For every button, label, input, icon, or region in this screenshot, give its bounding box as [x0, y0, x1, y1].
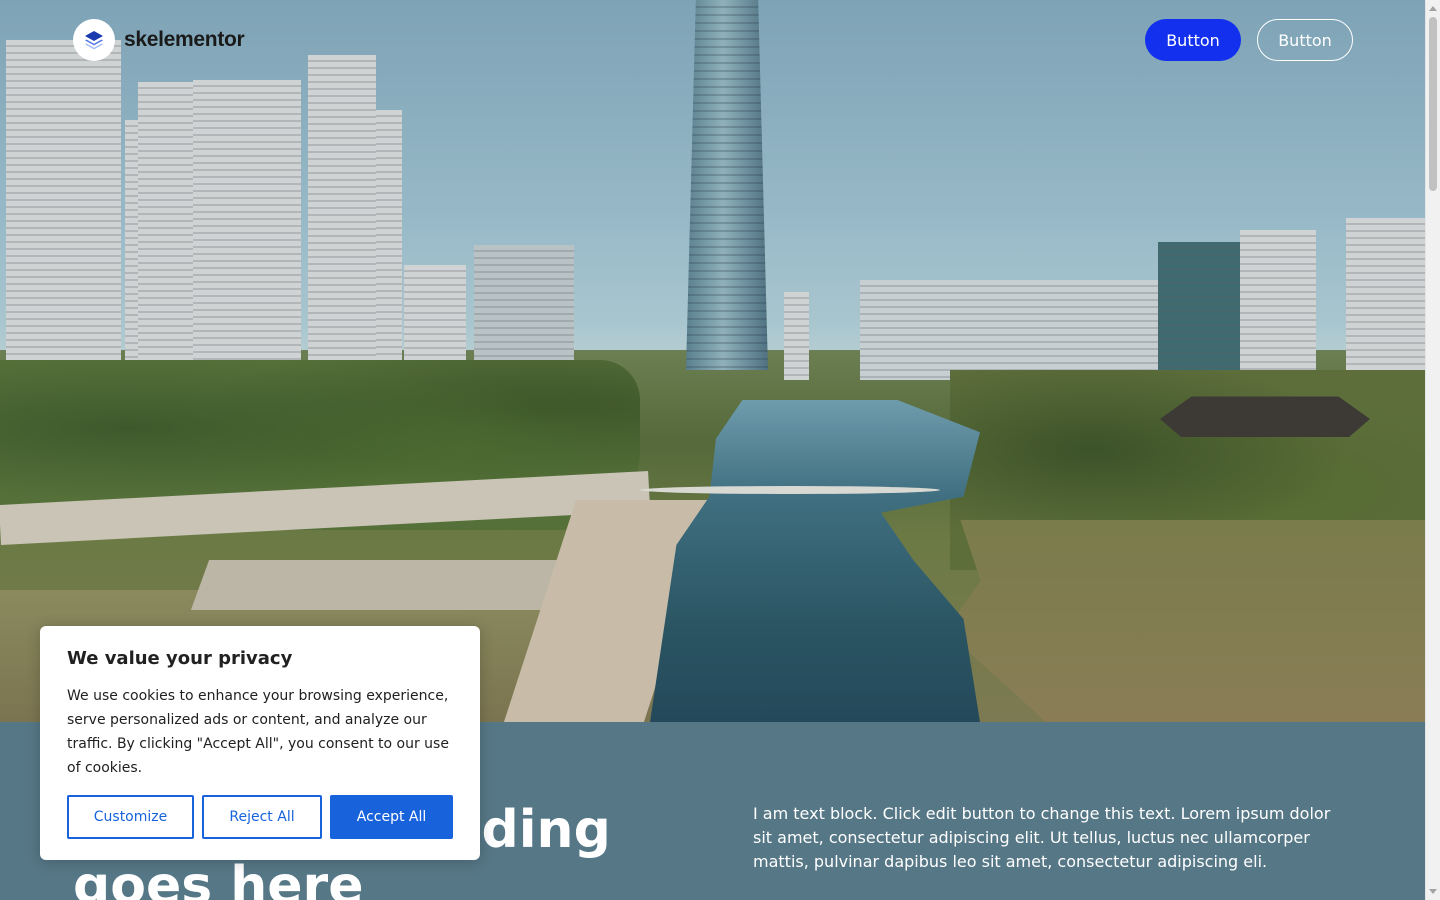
stacked-layers-icon — [73, 19, 115, 61]
tower — [138, 82, 193, 380]
page-scrollbar[interactable] — [1425, 0, 1440, 900]
tower — [1240, 230, 1316, 380]
tower — [784, 292, 809, 380]
tower — [6, 40, 121, 380]
site-logo[interactable]: skelementor — [73, 19, 245, 61]
tower — [1158, 242, 1248, 380]
tower — [193, 80, 301, 380]
scrollbar-thumb[interactable] — [1429, 17, 1437, 191]
cookie-title: We value your privacy — [67, 648, 293, 669]
scroll-up-arrow-icon[interactable] — [1429, 6, 1437, 11]
reject-all-button[interactable]: Reject All — [202, 795, 322, 839]
skyscraper — [686, 0, 768, 370]
header-secondary-button[interactable]: Button — [1257, 19, 1353, 61]
header-primary-button[interactable]: Button — [1145, 19, 1241, 61]
tower — [376, 110, 402, 380]
cookie-consent-banner: We value your privacy We use cookies to … — [40, 626, 480, 860]
cookie-actions: Customize Reject All Accept All — [67, 795, 453, 839]
tower — [308, 55, 376, 380]
hero-text-block: I am text block. Click edit button to ch… — [753, 804, 1331, 871]
footbridge — [640, 486, 940, 494]
logo-text: skelementor — [124, 28, 245, 51]
hero-background-image — [0, 0, 1425, 722]
accept-all-button[interactable]: Accept All — [330, 795, 453, 839]
tower — [1346, 218, 1425, 380]
customize-button[interactable]: Customize — [67, 795, 194, 839]
tower — [860, 280, 1160, 380]
cookie-description: We use cookies to enhance your browsing … — [67, 688, 449, 776]
scroll-down-arrow-icon[interactable] — [1429, 889, 1437, 894]
palace-roof — [1160, 396, 1370, 437]
